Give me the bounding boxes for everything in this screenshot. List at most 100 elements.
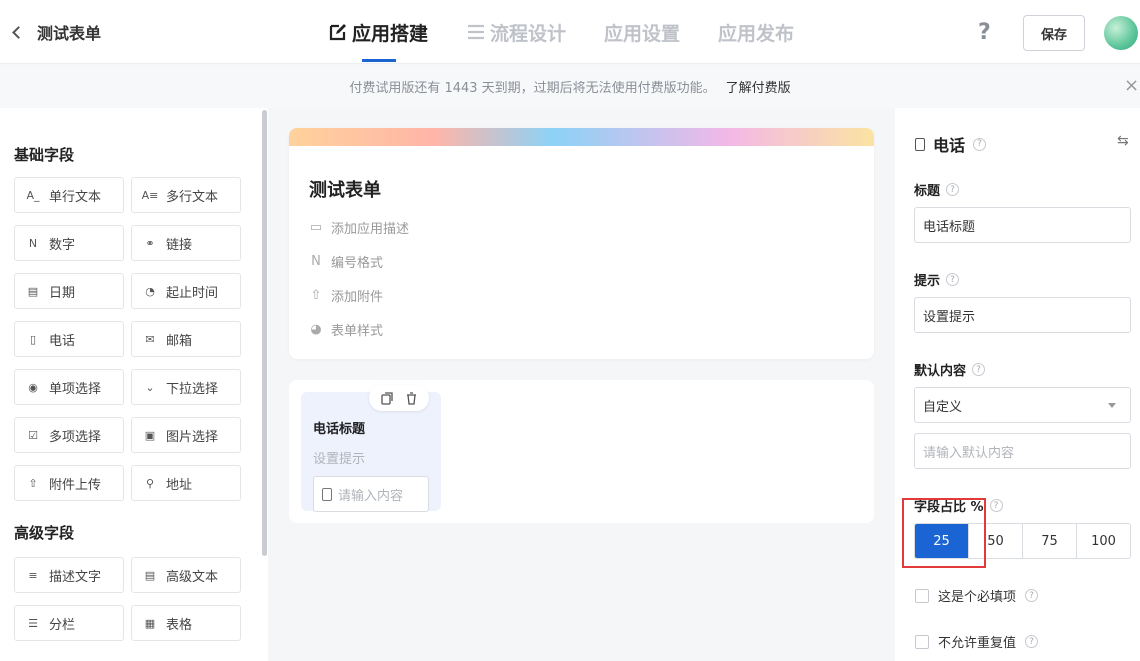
comment-icon: ▭ bbox=[309, 220, 323, 235]
field-label: 邮箱 bbox=[166, 333, 193, 349]
form-option-comment[interactable]: ▭ 添加应用描述 bbox=[309, 218, 409, 237]
multi-line-text-icon: A≡ bbox=[141, 188, 159, 202]
field-label: 多行文本 bbox=[166, 189, 219, 205]
field-columns[interactable]: ☰ 分栏 bbox=[14, 605, 124, 641]
field-label: 下拉选择 bbox=[166, 381, 219, 397]
field-radio[interactable]: ◉ 单项选择 bbox=[14, 369, 124, 405]
field-toolbar bbox=[369, 385, 429, 411]
help-icon[interactable]: ? bbox=[989, 499, 1003, 512]
checkbox-icon: ☑ bbox=[28, 428, 38, 442]
field-phone[interactable]: ▯ 电话 bbox=[14, 321, 124, 357]
help-icon[interactable]: ? bbox=[973, 137, 987, 151]
width-option-100[interactable]: 100 bbox=[1077, 524, 1130, 558]
avatar[interactable] bbox=[1104, 16, 1138, 50]
form-option-attachment-upload[interactable]: ⇧ 添加附件 bbox=[309, 286, 383, 305]
field-address[interactable]: ⚲ 地址 bbox=[131, 465, 241, 501]
field-label: 图片选择 bbox=[166, 429, 219, 445]
field-checkbox[interactable]: ☑ 多项选择 bbox=[14, 417, 124, 453]
field-single-line-text[interactable]: A_ 单行文本 bbox=[14, 177, 124, 213]
width-option-75[interactable]: 75 bbox=[1023, 524, 1077, 558]
description-icon: ≡ bbox=[28, 568, 38, 582]
required-checkbox[interactable]: 这是个必填项 ? bbox=[915, 586, 1039, 605]
properties-panel: 电话 ? ⇆ 标题? 电话标题 提示? 设置提示 默认内容? 自定义 请输入默认… bbox=[895, 108, 1140, 661]
default-content-label: 默认内容? bbox=[914, 360, 986, 379]
field-label: 分栏 bbox=[49, 617, 76, 633]
close-icon[interactable]: × bbox=[1124, 75, 1139, 96]
field-type-title: 电话 bbox=[933, 136, 966, 155]
email-icon: ✉ bbox=[145, 332, 155, 346]
form-title[interactable]: 测试表单 bbox=[309, 176, 381, 202]
columns-icon: ☰ bbox=[28, 616, 38, 630]
field-rich-text[interactable]: ▤ 高级文本 bbox=[131, 557, 241, 593]
hint-input[interactable]: 设置提示 bbox=[914, 297, 1131, 333]
tab-flow-design[interactable]: 流程设计 bbox=[466, 0, 566, 64]
radio-icon: ◉ bbox=[28, 380, 38, 394]
copy-icon[interactable] bbox=[380, 391, 394, 405]
field-description[interactable]: ≡ 描述文字 bbox=[14, 557, 124, 593]
learn-paid-link[interactable]: 了解付费版 bbox=[726, 77, 791, 96]
tab-app-publish[interactable]: 应用发布 bbox=[718, 0, 794, 64]
field-label: 高级文本 bbox=[166, 569, 219, 585]
field-label: 单项选择 bbox=[49, 381, 102, 397]
advanced-fields-title: 高级字段 bbox=[14, 524, 75, 542]
highlight-box bbox=[902, 498, 986, 568]
top-bar: 测试表单 应用搭建 流程设计 应用设置 应用发布 ? 保存 bbox=[0, 0, 1140, 64]
switch-field-type-icon[interactable]: ⇆ bbox=[1117, 133, 1129, 149]
form-option-label: 添加应用描述 bbox=[331, 222, 410, 237]
time-range-icon: ◔ bbox=[145, 284, 155, 298]
field-upload[interactable]: ⇧ 附件上传 bbox=[14, 465, 124, 501]
field-date[interactable]: ▤ 日期 bbox=[14, 273, 124, 309]
help-icon[interactable]: ? bbox=[946, 183, 960, 196]
edit-icon bbox=[329, 24, 346, 41]
field-email[interactable]: ✉ 邮箱 bbox=[131, 321, 241, 357]
field-number[interactable]: N 数字 bbox=[14, 225, 124, 261]
tab-app-settings[interactable]: 应用设置 bbox=[604, 0, 680, 64]
checkbox-box[interactable] bbox=[915, 588, 929, 603]
image-icon: ▣ bbox=[144, 428, 156, 442]
palette-icon: ◕ bbox=[310, 322, 322, 337]
form-option-number-format[interactable]: N 编号格式 bbox=[309, 252, 383, 271]
field-label: 附件上传 bbox=[49, 477, 102, 493]
help-icon[interactable]: ? bbox=[1025, 589, 1039, 602]
help-icon[interactable]: ? bbox=[978, 20, 991, 45]
title-input[interactable]: 电话标题 bbox=[914, 207, 1131, 243]
number-icon: N bbox=[28, 236, 38, 250]
checkbox-box[interactable] bbox=[915, 634, 929, 649]
field-dropdown[interactable]: ⌄ 下拉选择 bbox=[131, 369, 241, 405]
table-icon: ▦ bbox=[144, 616, 156, 630]
help-icon[interactable]: ? bbox=[1025, 635, 1039, 648]
single-line-text-icon: A_ bbox=[26, 188, 40, 202]
field-label: 多项选择 bbox=[49, 429, 102, 445]
phone-icon bbox=[322, 487, 332, 501]
flow-icon bbox=[468, 24, 485, 40]
default-mode-select[interactable]: 自定义 bbox=[914, 387, 1131, 423]
field-label: 电话 bbox=[49, 333, 76, 349]
hint-label: 提示? bbox=[914, 270, 960, 289]
unique-checkbox[interactable]: 不允许重复值 ? bbox=[915, 632, 1039, 651]
palette-scrollbar[interactable] bbox=[262, 110, 267, 556]
form-header-card: 测试表单 ▭ 添加应用描述 N 编号格式 ⇧ 添加附件 ◕ 表单样式 bbox=[289, 128, 874, 359]
field-hint: 设置提示 bbox=[313, 452, 366, 467]
save-button[interactable]: 保存 bbox=[1023, 15, 1085, 51]
default-content-input[interactable]: 请输入默认内容 bbox=[914, 433, 1131, 469]
number-format-icon: N bbox=[311, 254, 321, 269]
field-table[interactable]: ▦ 表格 bbox=[131, 605, 241, 641]
tab-app-build[interactable]: 应用搭建 bbox=[328, 0, 428, 64]
field-label: 描述文字 bbox=[49, 569, 102, 585]
address-icon: ⚲ bbox=[145, 476, 155, 490]
trial-notice-text: 付费试用版还有 1443 天到期，过期后将无法使用付费版功能。 bbox=[349, 81, 716, 96]
field-link[interactable]: ⚭ 链接 bbox=[131, 225, 241, 261]
field-multi-line-text[interactable]: A≡ 多行文本 bbox=[131, 177, 241, 213]
field-time-range[interactable]: ◔ 起止时间 bbox=[131, 273, 241, 309]
delete-icon[interactable] bbox=[404, 391, 418, 405]
field-image[interactable]: ▣ 图片选择 bbox=[131, 417, 241, 453]
trial-notice-bar: 付费试用版还有 1443 天到期，过期后将无法使用付费版功能。 了解付费版 × bbox=[0, 65, 1140, 108]
form-option-palette[interactable]: ◕ 表单样式 bbox=[309, 320, 383, 339]
basic-fields-title: 基础字段 bbox=[14, 146, 75, 164]
back-button[interactable]: 测试表单 bbox=[12, 20, 101, 44]
field-label: 单行文本 bbox=[49, 189, 102, 205]
field-label: 日期 bbox=[49, 285, 76, 301]
help-icon[interactable]: ? bbox=[946, 273, 960, 286]
date-icon: ▤ bbox=[27, 284, 39, 298]
help-icon[interactable]: ? bbox=[972, 363, 986, 376]
